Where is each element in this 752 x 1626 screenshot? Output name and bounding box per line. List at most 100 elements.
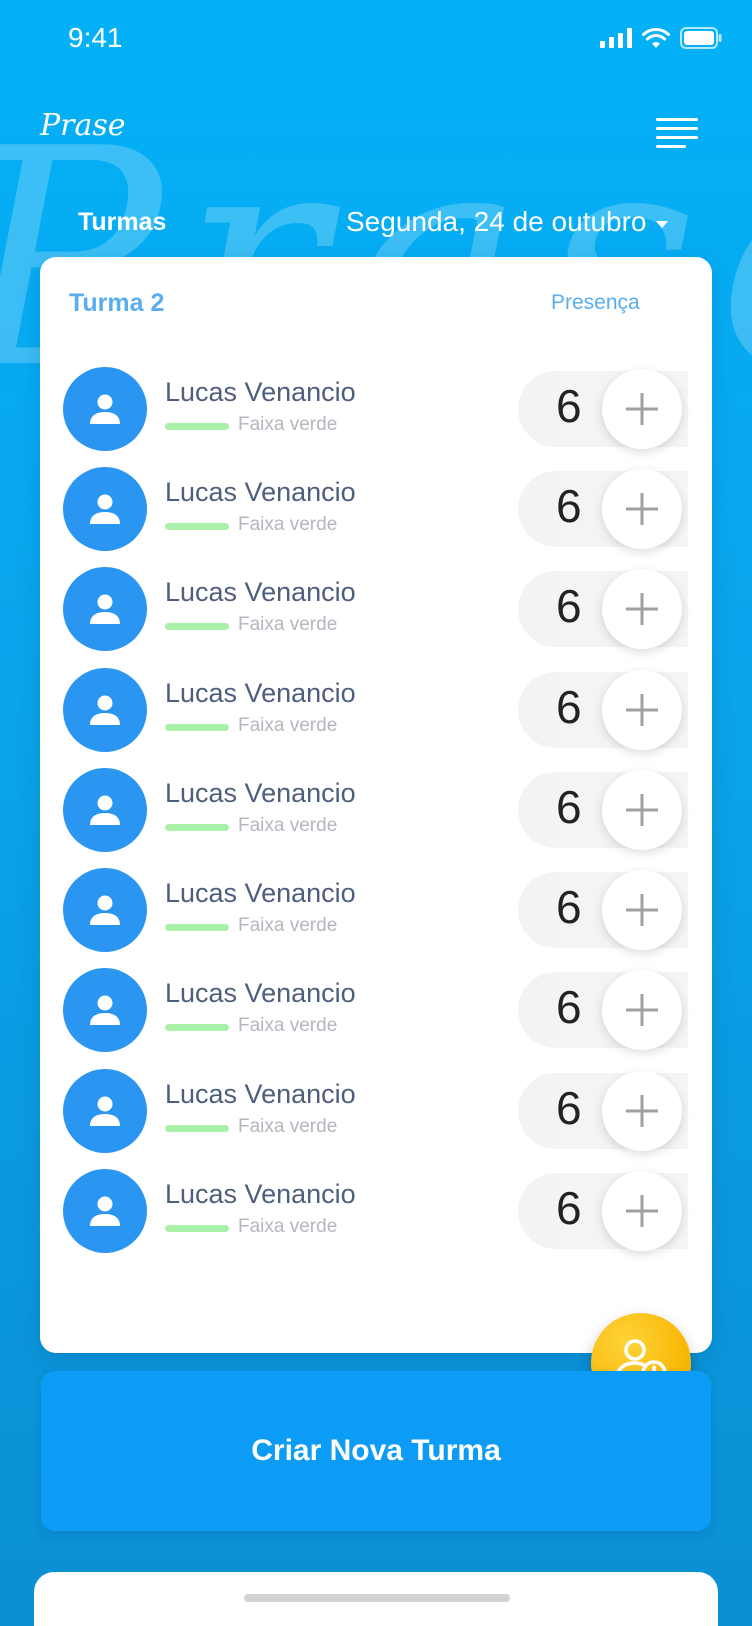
- user-icon: [90, 895, 120, 926]
- increment-button[interactable]: [602, 369, 682, 449]
- avatar: [63, 667, 147, 752]
- student-name: Lucas Venancio: [165, 577, 356, 608]
- attendance-count: 6: [556, 981, 582, 1034]
- student-row: Lucas Venancio Faixa verde 6: [40, 467, 712, 567]
- date-selector[interactable]: Segunda, 24 de outubro: [346, 206, 669, 238]
- plus-icon: [626, 593, 658, 626]
- attendance-counter: 6: [518, 469, 688, 549]
- user-icon: [90, 1196, 120, 1227]
- attendance-counter: 6: [518, 1171, 688, 1252]
- student-name: Lucas Venancio: [165, 377, 356, 407]
- student-name: Lucas Venancio: [165, 677, 356, 708]
- attendance-column-label: Presença: [551, 291, 640, 314]
- increment-button[interactable]: [602, 569, 682, 650]
- hamburger-menu-icon: [656, 118, 698, 121]
- student-row: Lucas Venancio Faixa verde 6: [40, 868, 712, 968]
- student-name: Lucas Venancio: [165, 477, 356, 507]
- class-title: Turma 2: [69, 289, 165, 317]
- attendance-count: 6: [556, 480, 582, 532]
- user-icon: [90, 995, 120, 1026]
- belt-color-bar: [165, 1124, 229, 1132]
- attendance-counter: 6: [518, 669, 688, 750]
- belt-label: Faixa verde: [238, 915, 338, 937]
- status-time: 9:41: [68, 22, 123, 53]
- increment-button[interactable]: [602, 870, 682, 951]
- increment-button[interactable]: [602, 970, 682, 1051]
- create-class-button[interactable]: Criar Nova Turma: [41, 1371, 711, 1531]
- menu-line: [656, 127, 698, 130]
- home-indicator[interactable]: [244, 1594, 510, 1602]
- menu-line: [656, 136, 698, 139]
- belt-color-bar: [165, 523, 229, 530]
- plus-icon: [626, 393, 658, 425]
- belt-color-bar: [165, 423, 229, 430]
- brand-logo: Prase: [40, 108, 126, 143]
- belt-color-bar: [165, 1225, 229, 1233]
- belt-label: Faixa verde: [238, 814, 338, 836]
- bottom-sheet[interactable]: [34, 1572, 718, 1626]
- student-name: Lucas Venancio: [165, 777, 356, 808]
- user-icon: [90, 494, 120, 524]
- avatar: [63, 767, 147, 852]
- app-screen: Prase 9:41 Prase Turmas Segunda, 24 de o…: [0, 0, 752, 1626]
- student-name: Lucas Venancio: [165, 978, 356, 1009]
- belt-color-bar: [165, 723, 229, 731]
- avatar: [63, 1169, 147, 1254]
- attendance-count: 6: [556, 580, 582, 633]
- attendance-count: 6: [556, 380, 582, 432]
- belt-color-bar: [165, 924, 229, 932]
- user-icon: [90, 695, 120, 725]
- belt-color-bar: [165, 623, 229, 631]
- attendance-counter: 6: [518, 1070, 688, 1151]
- student-row: Lucas Venancio Faixa verde 6: [40, 968, 712, 1068]
- avatar: [63, 1068, 147, 1153]
- date-label: Segunda, 24 de outubro: [346, 206, 647, 237]
- attendance-count: 6: [556, 1182, 582, 1235]
- attendance-count: 6: [556, 780, 582, 833]
- plus-icon: [626, 894, 658, 927]
- battery-icon: [680, 27, 722, 49]
- increment-button[interactable]: [602, 1070, 682, 1151]
- student-row: Lucas Venancio Faixa verde 6: [40, 1169, 712, 1269]
- plus-icon: [626, 1195, 658, 1228]
- increment-button[interactable]: [602, 469, 682, 549]
- status-icons: [600, 26, 722, 50]
- increment-button[interactable]: [602, 769, 682, 850]
- avatar: [63, 868, 147, 953]
- chevron-down-icon: [656, 220, 669, 228]
- avatar: [63, 968, 147, 1053]
- attendance-count: 6: [556, 1081, 582, 1134]
- menu-button[interactable]: [656, 118, 702, 148]
- belt-color-bar: [165, 823, 229, 831]
- attendance-count: 6: [556, 680, 582, 733]
- menu-line: [656, 145, 686, 148]
- belt-label: Faixa verde: [238, 1015, 338, 1037]
- student-row: Lucas Venancio Faixa verde 6: [40, 667, 712, 768]
- increment-button[interactable]: [602, 1171, 682, 1252]
- student-row: Lucas Venancio Faixa verde 6: [40, 567, 712, 667]
- plus-icon: [626, 693, 658, 726]
- student-list: Lucas Venancio Faixa verde 6 Lucas Venan…: [40, 367, 712, 1269]
- attendance-counter: 6: [518, 769, 688, 850]
- cellular-signal-icon: [600, 28, 632, 48]
- class-card: Turma 2 Presença Lucas Venancio Faixa ve…: [40, 257, 712, 1353]
- avatar: [63, 567, 147, 652]
- belt-label: Faixa verde: [238, 514, 338, 535]
- attendance-counter: 6: [518, 569, 688, 650]
- avatar: [63, 367, 147, 451]
- student-row: Lucas Venancio Faixa verde 6: [40, 367, 712, 467]
- user-icon: [90, 394, 120, 424]
- attendance-counter: 6: [518, 970, 688, 1051]
- increment-button[interactable]: [602, 669, 682, 750]
- student-row: Lucas Venancio Faixa verde 6: [40, 767, 712, 868]
- page-title: Turmas: [78, 208, 167, 236]
- student-name: Lucas Venancio: [165, 1179, 356, 1210]
- attendance-counter: 6: [518, 870, 688, 951]
- plus-icon: [626, 1094, 658, 1127]
- user-icon: [90, 795, 120, 825]
- attendance-count: 6: [556, 881, 582, 934]
- user-icon: [90, 1096, 120, 1126]
- student-name: Lucas Venancio: [165, 878, 356, 909]
- student-name: Lucas Venancio: [165, 1078, 356, 1109]
- plus-icon: [626, 493, 658, 525]
